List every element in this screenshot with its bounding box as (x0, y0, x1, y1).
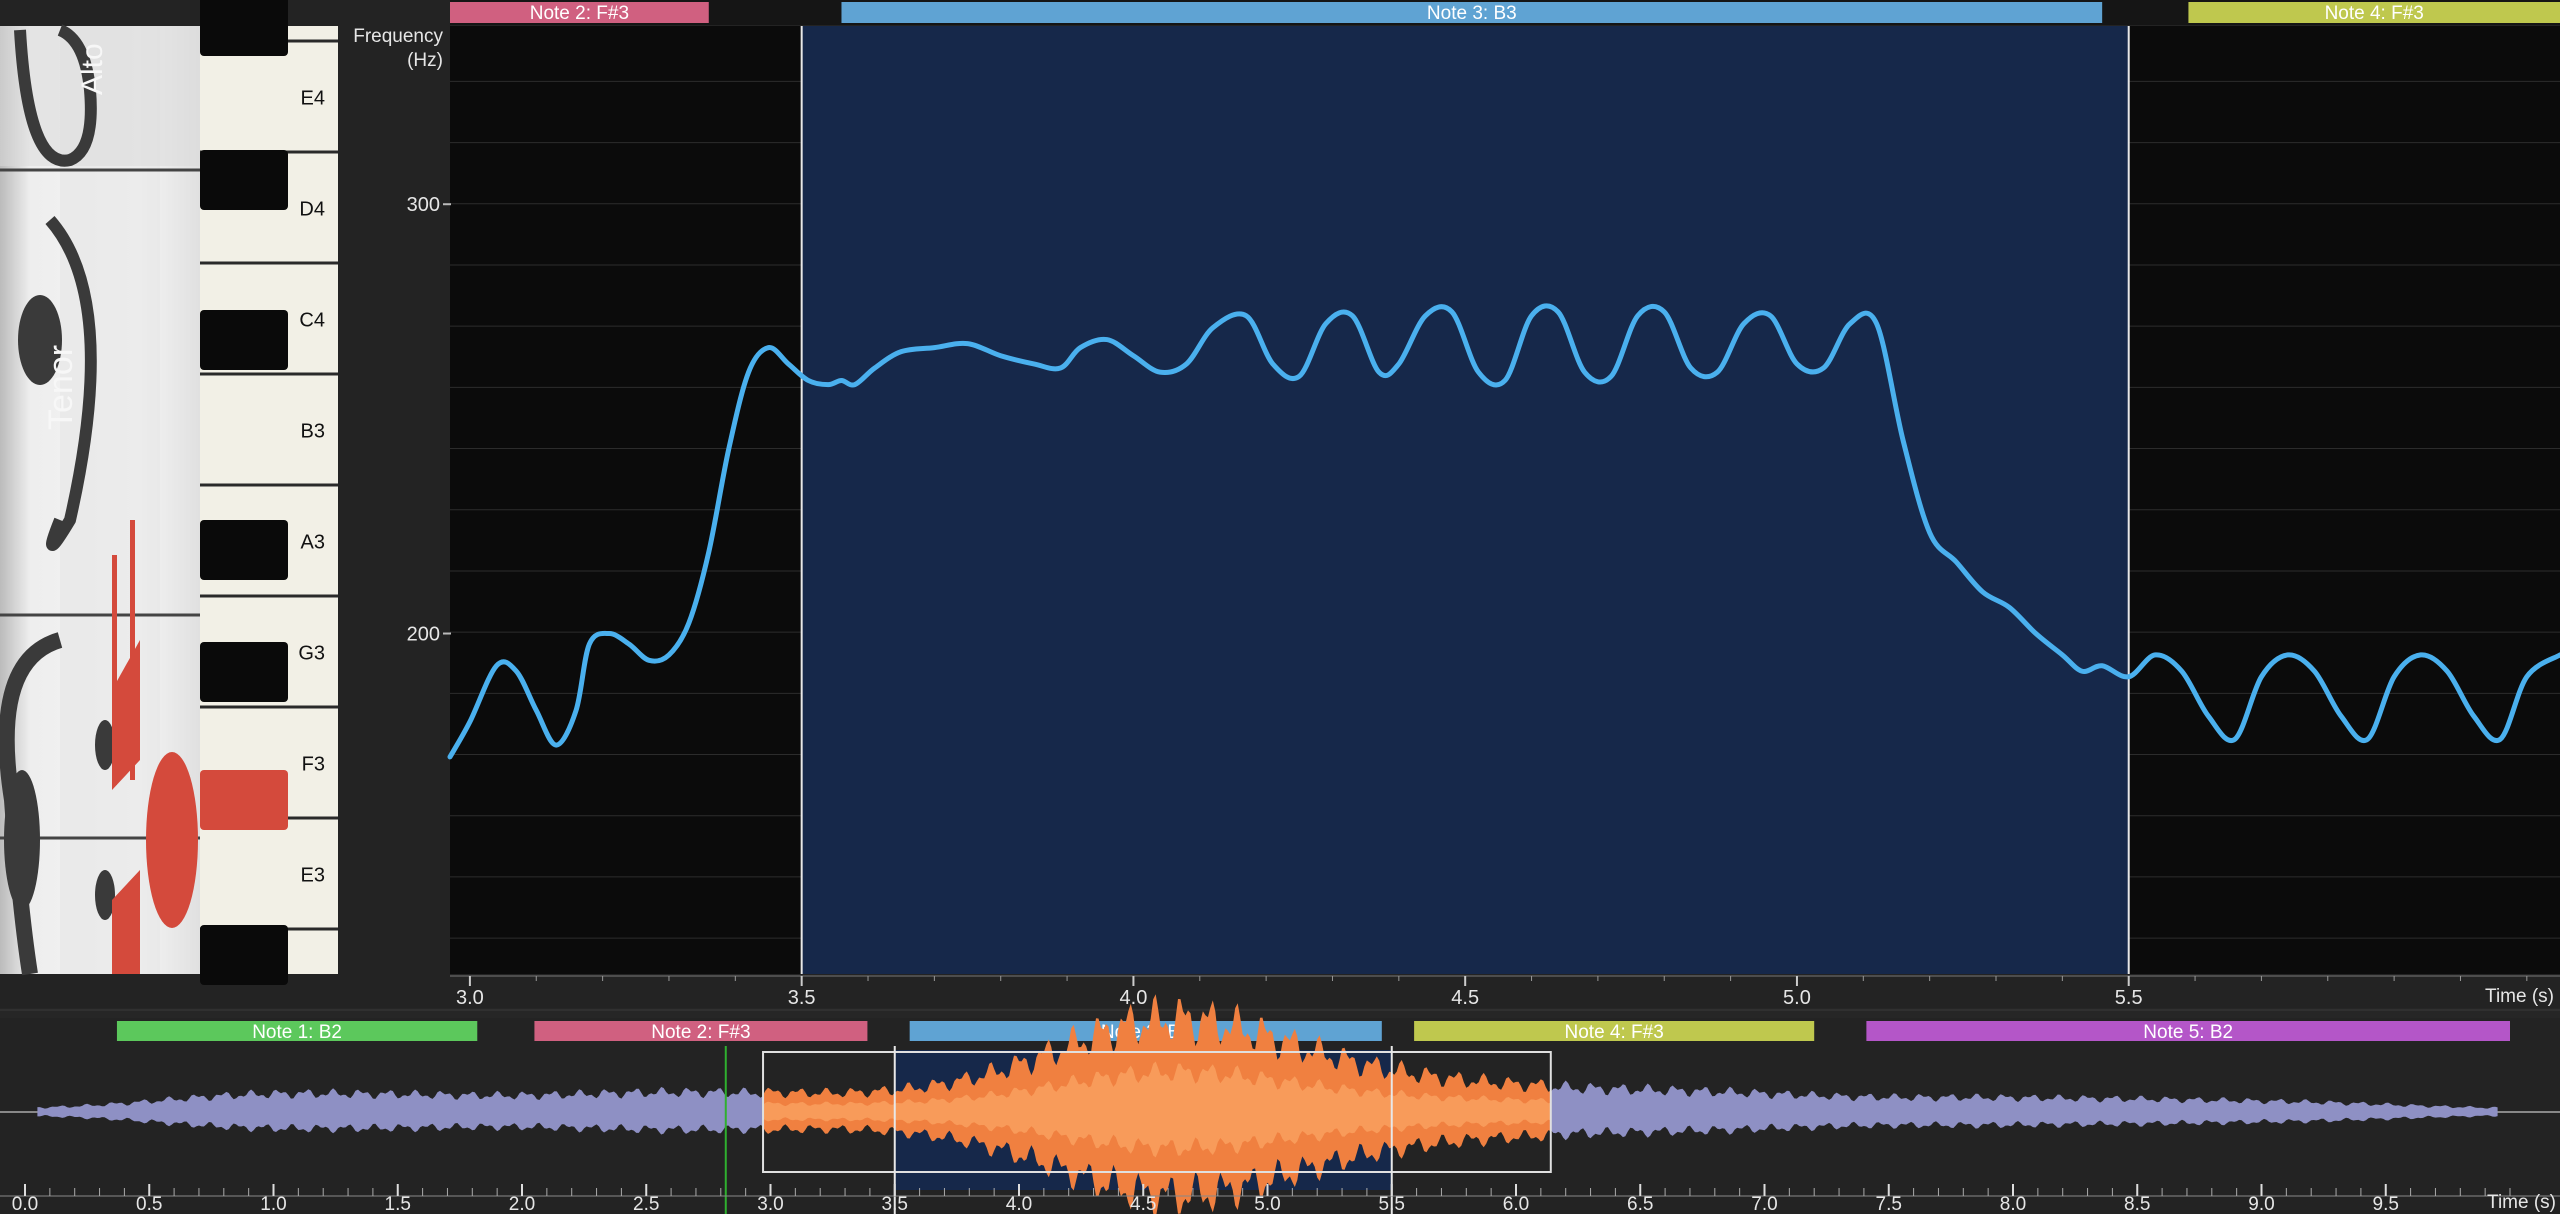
black-key (200, 520, 288, 580)
x-tick-label: 3.0 (456, 987, 484, 1009)
black-key (200, 150, 288, 210)
overview-x-tick-label: 9.5 (2373, 1194, 2399, 1214)
black-key (200, 925, 288, 985)
overview-note-label: Note 5: B2 (2143, 1022, 2233, 1043)
overview-x-tick-label: 9.0 (2248, 1194, 2274, 1214)
overview-x-tick-label: 2.5 (633, 1194, 659, 1214)
x-tick-label: 5.5 (2115, 987, 2143, 1009)
y-axis-label-line2: (Hz) (407, 50, 443, 71)
note-bar-label: Note 4: F#3 (2325, 3, 2424, 24)
x-tick-label: 5.0 (1783, 987, 1811, 1009)
pitch-selection-region[interactable] (801, 26, 2129, 974)
key-label: A3 (301, 532, 325, 554)
overview-note-label: Note 2: F#3 (651, 1022, 750, 1043)
overview-x-tick-label: 2.0 (509, 1194, 535, 1214)
overview-x-tick-label: 3.5 (882, 1194, 908, 1214)
overview-x-tick-label: 5.0 (1254, 1194, 1280, 1214)
overview-note-bar[interactable]: Note 1: B2 (116, 1021, 478, 1043)
overview-x-tick-label: 1.5 (385, 1194, 411, 1214)
pitch-editor: Note 2: F#3 Note 3: B3 Note 4: F#3 Frequen… (0, 0, 2560, 1214)
overview-note-label: Note 4: F#3 (1565, 1022, 1664, 1043)
overview-x-tick-label: 0.5 (136, 1194, 162, 1214)
overview-x-axis-label: Time (s) (2487, 1192, 2556, 1213)
overview-x-tick-label: 5.5 (1379, 1194, 1405, 1214)
overview-note-bar[interactable]: Note 2: F#3 (534, 1021, 868, 1043)
y-tick-label: 200 (407, 624, 440, 646)
piano-keyboard: F4E4D4C4B3A3G3F3E3 (200, 0, 338, 985)
x-axis-label: Time (s) (2485, 986, 2554, 1007)
y-tick-label: 300 (407, 194, 440, 216)
overview-note-bar[interactable]: Note 4: F#3 (1414, 1021, 1815, 1043)
staff-panel: Alto Tenor (0, 24, 200, 976)
overview-x-tick-label: 6.0 (1503, 1194, 1529, 1214)
note-bar[interactable]: Note 2: F#3 (450, 2, 709, 24)
note-bar-label: Note 2: F#3 (530, 3, 629, 24)
highlighted-black-key (200, 770, 288, 830)
key-label: B3 (301, 421, 325, 443)
overview-x-tick-label: 3.0 (757, 1194, 783, 1214)
y-axis-label-line1: Frequency (353, 26, 443, 47)
note-bar[interactable]: Note 4: F#3 (2188, 2, 2560, 24)
overview-x-tick-label: 6.5 (1627, 1194, 1653, 1214)
overview-x-tick-label: 7.5 (1876, 1194, 1902, 1214)
black-key (200, 642, 288, 702)
overview-x-tick-label: 0.0 (12, 1194, 38, 1214)
black-key (200, 310, 288, 370)
overview-x-tick-label: 1.0 (260, 1194, 286, 1214)
key-label: C4 (299, 310, 325, 332)
key-label: E3 (301, 865, 325, 887)
clef-label-tenor: Tenor (42, 345, 80, 430)
key-label: G3 (298, 643, 325, 665)
clef-label-alto: Alto (76, 43, 109, 95)
overview-x-tick-label: 8.5 (2124, 1194, 2150, 1214)
overview-x-tick-label: 8.0 (2000, 1194, 2026, 1214)
note-bar[interactable]: Note 3: B3 (841, 2, 2103, 24)
overview-note-label: Note 1: B2 (252, 1022, 342, 1043)
black-key (200, 0, 288, 56)
overview-x-tick-label: 4.0 (1006, 1194, 1032, 1214)
x-tick-label: 4.5 (1451, 987, 1479, 1009)
overview-x-tick-label: 4.5 (1130, 1194, 1156, 1214)
note-head-marker (146, 752, 198, 928)
key-label: E4 (301, 88, 325, 110)
overview-x-tick-label: 7.0 (1751, 1194, 1777, 1214)
key-label: F3 (302, 754, 325, 776)
key-label: D4 (299, 199, 325, 221)
x-tick-label: 3.5 (788, 987, 816, 1009)
x-tick-label: 4.0 (1120, 987, 1148, 1009)
overview-note-bar[interactable]: Note 5: B2 (1866, 1021, 2510, 1043)
note-bar-label: Note 3: B3 (1427, 3, 1517, 24)
